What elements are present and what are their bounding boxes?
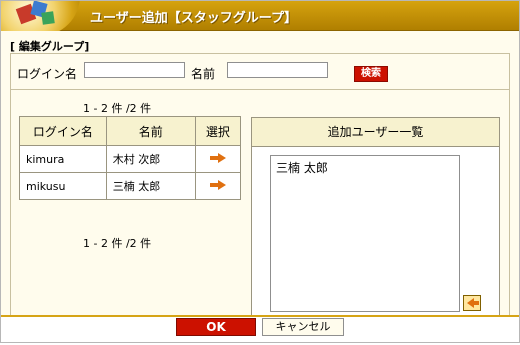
remove-user-button[interactable] bbox=[463, 295, 481, 311]
list-item[interactable]: 三楠 太郎 bbox=[271, 156, 459, 179]
added-users-title: 追加ユーザー一覧 bbox=[252, 118, 499, 147]
row-name: 木村 次郎 bbox=[105, 145, 196, 173]
divider bbox=[11, 89, 509, 90]
result-count-bottom: 1 - 2 件 /2 件 bbox=[83, 237, 152, 250]
main-area: [ 編集グループ] ログイン名 名前 検索 1 - 2 件 /2 件 ログイン名… bbox=[0, 31, 520, 331]
row-name: 三楠 太郎 bbox=[105, 172, 196, 200]
col-name: 名前 bbox=[105, 116, 196, 146]
select-cell bbox=[194, 145, 242, 173]
login-name-label: ログイン名 bbox=[17, 67, 78, 81]
group-label: [ 編集グループ] bbox=[10, 40, 90, 53]
added-users-panel: 追加ユーザー一覧 三楠 太郎 bbox=[251, 117, 500, 318]
ok-button[interactable]: OK bbox=[176, 318, 256, 336]
arrow-right-icon[interactable] bbox=[209, 179, 226, 190]
col-select: 選択 bbox=[194, 116, 242, 146]
login-name-input[interactable] bbox=[84, 62, 185, 78]
search-row: ログイン名 名前 検索 bbox=[17, 62, 497, 82]
result-count-top: 1 - 2 件 /2 件 bbox=[83, 102, 152, 115]
table-row: kimura 木村 次郎 bbox=[19, 145, 242, 173]
footer-bar bbox=[0, 315, 520, 345]
table-row: mikusu 三楠 太郎 bbox=[19, 172, 242, 200]
cancel-button[interactable]: キャンセル bbox=[262, 318, 344, 336]
added-users-listbox[interactable]: 三楠 太郎 bbox=[270, 155, 460, 312]
name-input[interactable] bbox=[227, 62, 328, 78]
window-title: ユーザー追加【スタッフグループ】 bbox=[90, 11, 297, 26]
user-table: ログイン名 名前 選択 kimura 木村 次郎 mikusu 三楠 太郎 bbox=[19, 116, 242, 200]
arrow-right-icon[interactable] bbox=[209, 152, 226, 163]
row-login: mikusu bbox=[19, 172, 107, 200]
title-bar: ユーザー追加【スタッフグループ】 bbox=[0, 0, 520, 36]
row-login: kimura bbox=[19, 145, 107, 173]
arrow-left-icon bbox=[467, 298, 479, 308]
edit-group-box: ログイン名 名前 検索 1 - 2 件 /2 件 ログイン名 名前 選択 kim… bbox=[10, 53, 510, 331]
name-label: 名前 bbox=[191, 67, 216, 81]
select-cell bbox=[194, 172, 242, 200]
search-button[interactable]: 検索 bbox=[354, 66, 388, 82]
col-login-name: ログイン名 bbox=[19, 116, 107, 146]
